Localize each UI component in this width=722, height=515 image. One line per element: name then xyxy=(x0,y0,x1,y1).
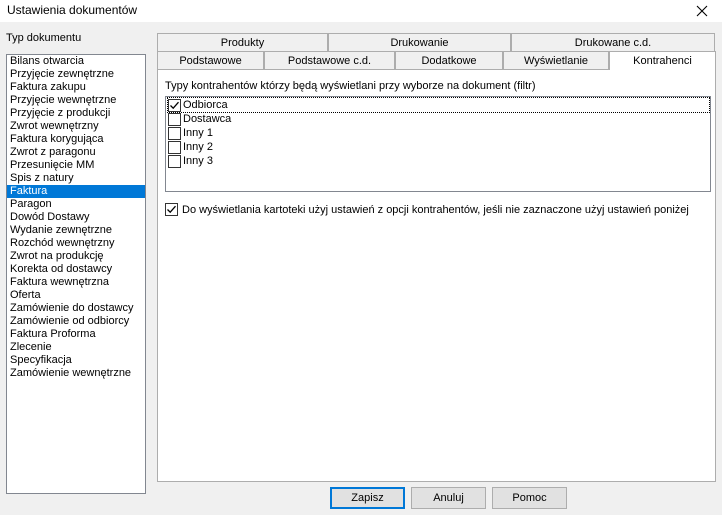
doc-type-item[interactable]: Faktura Proforma xyxy=(7,328,145,341)
tab-wyswietlanie[interactable]: Wyświetlanie xyxy=(503,51,609,69)
doc-type-item[interactable]: Bilans otwarcia xyxy=(7,55,145,68)
doc-type-item[interactable]: Faktura xyxy=(7,185,145,198)
doc-type-item[interactable]: Spis z natury xyxy=(7,172,145,185)
tab-drukowanie[interactable]: Drukowanie xyxy=(328,33,511,51)
doc-type-item[interactable]: Zwrot na produkcję xyxy=(7,250,145,263)
save-button[interactable]: Zapisz xyxy=(330,487,405,509)
contractor-type-checkbox[interactable] xyxy=(168,140,181,154)
contractor-type-checkbox[interactable] xyxy=(168,98,181,112)
doc-type-item[interactable]: Przyjęcie zewnętrzne xyxy=(7,68,145,81)
doc-type-item[interactable]: Wydanie zewnętrzne xyxy=(7,224,145,237)
cancel-button[interactable]: Anuluj xyxy=(411,487,486,509)
contractor-type-list[interactable]: Odbiorca Dostawca Inny 1 Inny 2 Inny 3 xyxy=(165,96,711,192)
dialog-body: Typ dokumentu Bilans otwarcia Przyjęcie z… xyxy=(0,22,722,515)
tab-podstawowe-cd[interactable]: Podstawowe c.d. xyxy=(264,51,395,69)
contractor-type-checkbox[interactable] xyxy=(168,154,181,168)
contractor-type-item[interactable]: Inny 3 xyxy=(168,154,213,168)
contractor-type-label: Odbiorca xyxy=(183,99,228,111)
doc-type-item[interactable]: Zwrot z paragonu xyxy=(7,146,145,159)
contractor-type-label: Inny 3 xyxy=(183,155,213,167)
tab-podstawowe[interactable]: Podstawowe xyxy=(157,51,264,69)
doc-type-item[interactable]: Korekta od dostawcy xyxy=(7,263,145,276)
doc-type-item[interactable]: Specyfikacja xyxy=(7,354,145,367)
doc-type-item[interactable]: Zamówienie od odbiorcy xyxy=(7,315,145,328)
contractor-type-item[interactable]: Inny 1 xyxy=(168,126,213,140)
tab-produkty[interactable]: Produkty xyxy=(157,33,328,51)
use-contractor-settings-checkbox[interactable] xyxy=(165,203,178,216)
contractor-type-checkbox[interactable] xyxy=(168,126,181,140)
contractors-panel: Typy kontrahentów którzy będą wyświetlan… xyxy=(157,69,716,482)
doc-type-item[interactable]: Faktura korygująca xyxy=(7,133,145,146)
doc-type-item[interactable]: Faktura wewnętrzna xyxy=(7,276,145,289)
close-button[interactable] xyxy=(682,0,722,22)
close-icon xyxy=(696,5,708,17)
doc-type-item[interactable]: Zwrot wewnętrzny xyxy=(7,120,145,133)
doc-type-item[interactable]: Faktura zakupu xyxy=(7,81,145,94)
doc-type-item[interactable]: Rozchód wewnętrzny xyxy=(7,237,145,250)
doc-type-item[interactable]: Zlecenie xyxy=(7,341,145,354)
doc-type-item[interactable]: Oferta xyxy=(7,289,145,302)
doc-type-label: Typ dokumentu xyxy=(6,32,82,44)
window-title: Ustawienia dokumentów xyxy=(7,3,138,17)
contractor-type-checkbox[interactable] xyxy=(168,112,181,126)
filter-label: Typy kontrahentów którzy będą wyświetlan… xyxy=(165,80,536,92)
contractor-type-label: Inny 1 xyxy=(183,127,213,139)
use-contractor-settings-label: Do wyświetlania kartoteki użyj ustawień … xyxy=(182,203,689,216)
contractor-type-label: Dostawca xyxy=(183,113,232,125)
doc-type-item[interactable]: Przyjęcie wewnętrzne xyxy=(7,94,145,107)
contractor-type-item[interactable]: Inny 2 xyxy=(168,140,213,154)
contractor-type-label: Inny 2 xyxy=(183,141,213,153)
help-button[interactable]: Pomoc xyxy=(492,487,567,509)
doc-type-item[interactable]: Paragon xyxy=(7,198,145,211)
doc-type-item[interactable]: Przyjęcie z produkcji xyxy=(7,107,145,120)
doc-type-item[interactable]: Dowód Dostawy xyxy=(7,211,145,224)
tab-drukowane-cd[interactable]: Drukowane c.d. xyxy=(511,33,715,51)
checkmark-icon xyxy=(167,205,176,214)
title-bar: Ustawienia dokumentów xyxy=(0,0,722,22)
use-contractor-settings-option[interactable]: Do wyświetlania kartoteki użyj ustawień … xyxy=(165,203,689,216)
checkmark-icon xyxy=(170,101,179,109)
contractor-type-item[interactable]: Dostawca xyxy=(168,112,231,126)
doc-type-list[interactable]: Bilans otwarcia Przyjęcie zewnętrzne Faktu… xyxy=(6,54,146,494)
tab-kontrahenci[interactable]: Kontrahenci xyxy=(609,51,716,70)
contractor-type-item[interactable]: Odbiorca xyxy=(167,97,710,113)
doc-type-item[interactable]: Zamówienie do dostawcy xyxy=(7,302,145,315)
doc-type-item[interactable]: Przesunięcie MM xyxy=(7,159,145,172)
doc-type-item[interactable]: Zamówienie wewnętrzne xyxy=(7,367,145,380)
tab-dodatkowe[interactable]: Dodatkowe xyxy=(395,51,503,69)
